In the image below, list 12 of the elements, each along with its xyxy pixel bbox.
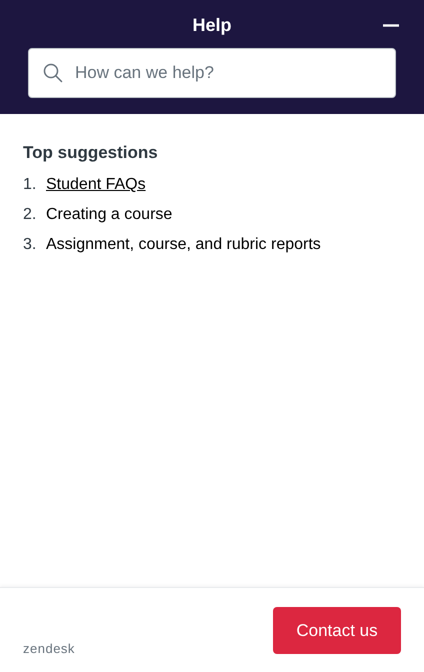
window-title: Help	[192, 14, 232, 37]
list-number: 1.	[23, 175, 38, 195]
contact-button[interactable]: Contact us	[273, 607, 401, 654]
suggestion-link[interactable]: Creating a course	[46, 200, 172, 230]
section-heading: Top suggestions	[23, 142, 159, 164]
suggestion-link[interactable]: Student FAQs	[46, 170, 146, 200]
list-number: 2.	[23, 205, 38, 225]
search-field[interactable]: How can we help?	[28, 48, 396, 98]
brand-logo: zendesk	[23, 641, 75, 656]
suggestion-link[interactable]: Assignment, course, and rubric reports	[46, 230, 321, 260]
list-number: 3.	[23, 235, 38, 255]
minimize-icon[interactable]	[383, 24, 399, 27]
